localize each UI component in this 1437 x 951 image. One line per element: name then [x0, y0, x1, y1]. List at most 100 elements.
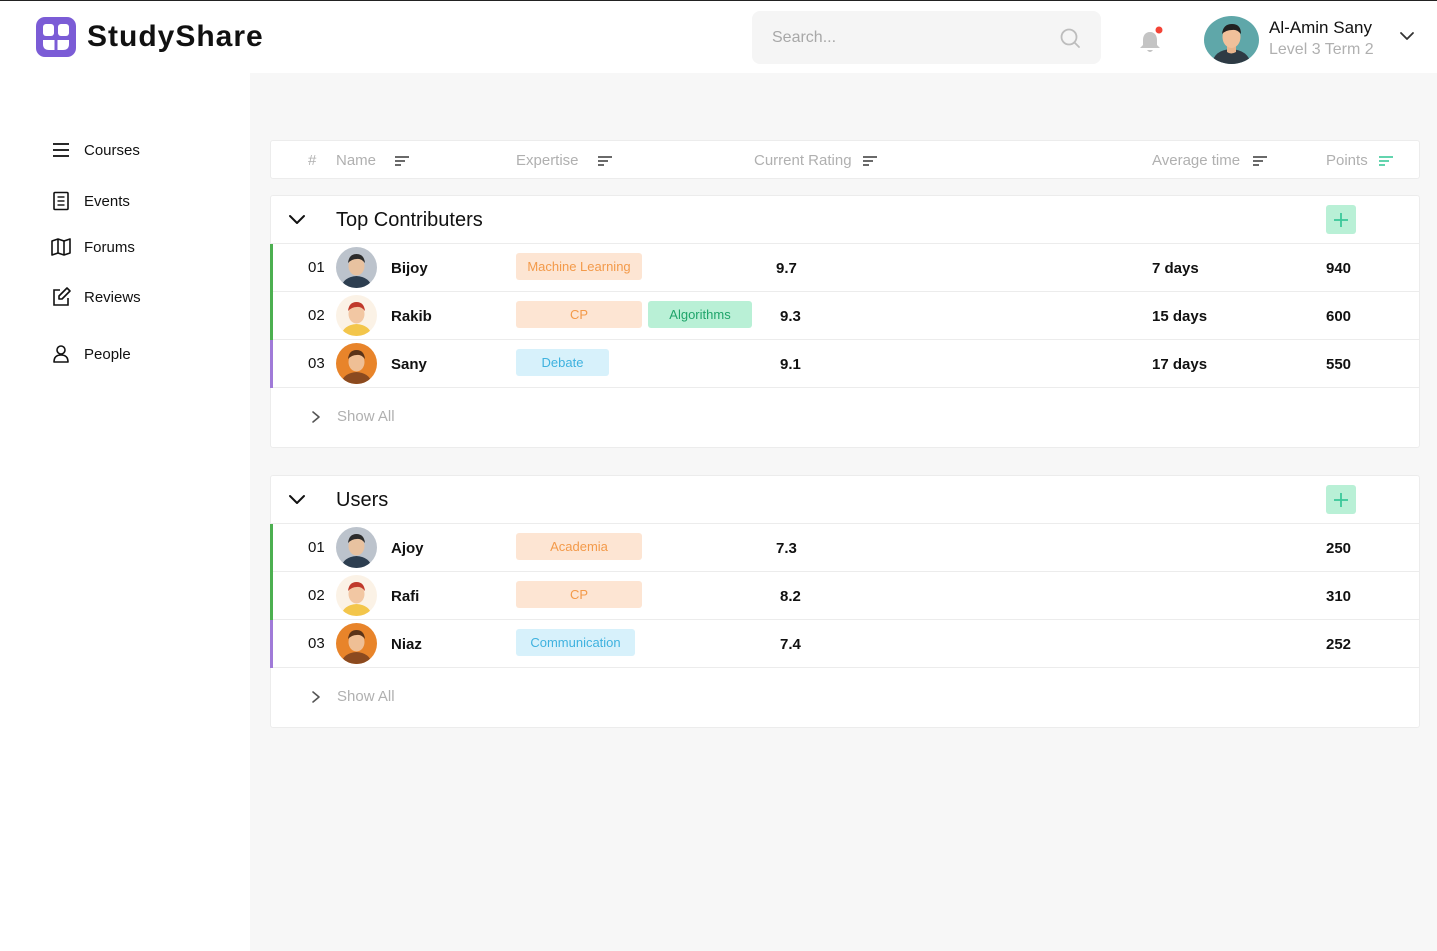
- row-indicator-bar: [270, 572, 273, 620]
- person-icon: [53, 345, 69, 363]
- sidebar-item-label: Events: [84, 192, 130, 210]
- edit-icon: [53, 287, 71, 306]
- row-index: 03: [308, 635, 325, 652]
- row-index: 02: [308, 307, 325, 324]
- chevron-right-icon: [312, 690, 320, 703]
- points: 250: [1326, 540, 1352, 557]
- sidebar-item-label: People: [84, 345, 131, 363]
- section-title: Users: [336, 489, 389, 511]
- section-title: Top Contributers: [336, 209, 483, 231]
- add-button[interactable]: [1326, 485, 1356, 514]
- user-name: Al-Amin Sany: [1269, 18, 1372, 37]
- sidebar-item-courses[interactable]: Courses: [50, 139, 140, 161]
- top-header: StudyShare Al-Amin Sany Level 3 Term 2: [0, 1, 1437, 73]
- section-header: Users: [271, 476, 1419, 524]
- points: 940: [1326, 260, 1352, 277]
- show-all-button[interactable]: Show All: [311, 408, 395, 425]
- member-name[interactable]: Bijoy: [391, 260, 428, 277]
- app-name: StudyShare: [87, 20, 264, 53]
- expertise-tag: Machine Learning: [516, 253, 642, 280]
- row-index: 02: [308, 587, 325, 604]
- sidebar-item-reviews[interactable]: Reviews: [50, 286, 141, 308]
- expertise-tag: Debate: [516, 349, 609, 376]
- sidebar-item-people[interactable]: People: [50, 343, 131, 365]
- sidebar-item-events[interactable]: Events: [50, 190, 130, 212]
- user-avatar[interactable]: [1204, 16, 1259, 64]
- expertise-tag: Academia: [516, 533, 642, 560]
- sidebar-item-forums[interactable]: Forums: [50, 236, 135, 258]
- chevron-down-icon[interactable]: [288, 213, 306, 227]
- sidebar-item-label: Reviews: [84, 288, 141, 306]
- show-all-button[interactable]: Show All: [311, 688, 395, 705]
- row-indicator-bar: [270, 292, 273, 340]
- member-name[interactable]: Rakib: [391, 308, 432, 325]
- table-row[interactable]: 02 Rakib CP Algorithms 9.3 15 days 600: [270, 292, 1420, 340]
- member-name[interactable]: Ajoy: [391, 540, 424, 557]
- show-all-label: Show All: [337, 408, 395, 425]
- search-icon[interactable]: [1059, 27, 1081, 49]
- member-avatar[interactable]: [336, 527, 377, 568]
- member-avatar[interactable]: [336, 295, 377, 336]
- search-box[interactable]: [752, 11, 1101, 64]
- column-current-rating[interactable]: Current Rating: [754, 152, 878, 169]
- notification-bell-icon[interactable]: [1137, 26, 1163, 54]
- expertise-tag: Algorithms: [648, 301, 752, 328]
- expertise-tag: Communication: [516, 629, 635, 656]
- member-avatar[interactable]: [336, 247, 377, 288]
- points: 310: [1326, 588, 1352, 605]
- table-row[interactable]: 03 Sany Debate 9.1 17 days 550: [270, 340, 1420, 388]
- table-row[interactable]: 01 Ajoy Academia 7.3 250: [270, 524, 1420, 572]
- plus-icon: [1334, 492, 1348, 507]
- current-rating: 8.2: [780, 588, 801, 605]
- row-index: 01: [308, 539, 325, 556]
- member-name[interactable]: Sany: [391, 356, 427, 373]
- current-rating: 7.4: [780, 636, 801, 653]
- user-level: Level 3 Term 2: [1269, 41, 1374, 58]
- plus-icon: [1334, 212, 1348, 227]
- search-input[interactable]: [772, 28, 1059, 47]
- row-index: 01: [308, 259, 325, 276]
- app-logo[interactable]: StudyShare: [35, 16, 264, 58]
- show-all-label: Show All: [337, 688, 395, 705]
- column-average-time[interactable]: Average time: [1152, 152, 1268, 169]
- column-points[interactable]: Points: [1326, 152, 1394, 169]
- row-indicator-bar: [270, 620, 273, 668]
- column-expertise[interactable]: Expertise: [516, 152, 613, 169]
- section-top-contributers: Top Contributers 01 Bijoy Machine Learning 9…: [270, 195, 1420, 448]
- section-users: Users 01 Ajoy Academia 7.3 250 02 Rafi CP 8.2 310 0…: [270, 475, 1420, 728]
- table-row[interactable]: 02 Rafi CP 8.2 310: [270, 572, 1420, 620]
- sort-icon[interactable]: [862, 155, 878, 167]
- sort-icon[interactable]: [394, 155, 410, 167]
- menu-icon: [53, 143, 69, 157]
- column-name[interactable]: Name: [336, 152, 410, 169]
- member-avatar[interactable]: [336, 623, 377, 664]
- sidebar-item-label: Forums: [84, 238, 135, 256]
- map-icon: [51, 238, 71, 256]
- chevron-right-icon: [312, 410, 320, 423]
- current-rating: 7.3: [776, 540, 797, 557]
- table-row[interactable]: 03 Niaz Communication 7.4 252: [270, 620, 1420, 668]
- sort-icon[interactable]: [597, 155, 613, 167]
- member-name[interactable]: Rafi: [391, 588, 419, 605]
- current-rating: 9.3: [780, 308, 801, 325]
- sort-icon[interactable]: [1252, 155, 1268, 167]
- add-button[interactable]: [1326, 205, 1356, 234]
- chevron-down-icon[interactable]: [1398, 29, 1416, 43]
- sort-active-icon[interactable]: [1378, 155, 1394, 167]
- sidebar-item-label: Courses: [84, 141, 140, 159]
- member-avatar[interactable]: [336, 575, 377, 616]
- row-indicator-bar: [270, 244, 273, 292]
- row-index: 03: [308, 355, 325, 372]
- studyshare-logo-icon: [36, 17, 76, 57]
- expertise-tag: CP: [516, 581, 642, 608]
- member-name[interactable]: Niaz: [391, 636, 422, 653]
- current-rating: 9.1: [780, 356, 801, 373]
- table-row[interactable]: 01 Bijoy Machine Learning 9.7 7 days 940: [270, 244, 1420, 292]
- member-avatar[interactable]: [336, 343, 377, 384]
- expertise-tag: CP: [516, 301, 642, 328]
- points: 252: [1326, 636, 1352, 653]
- chevron-down-icon[interactable]: [288, 493, 306, 507]
- document-icon: [53, 191, 69, 211]
- points: 550: [1326, 356, 1352, 373]
- average-time: 7 days: [1152, 260, 1199, 277]
